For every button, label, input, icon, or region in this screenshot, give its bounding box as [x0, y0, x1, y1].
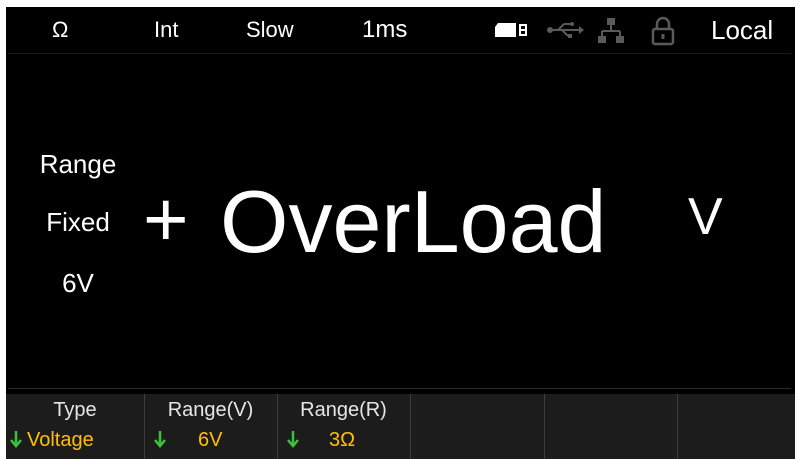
memory-card-icon	[492, 21, 532, 44]
speed-indicator: Slow	[246, 17, 294, 42]
softkey-range-r-title: Range(R)	[300, 399, 387, 421]
arrow-down-icon	[287, 430, 299, 453]
softkey-type-value: Voltage	[27, 429, 94, 451]
arrow-down-icon	[154, 430, 166, 453]
arrow-down-icon	[10, 430, 22, 453]
lan-icon	[598, 17, 624, 50]
softkey-range-r-value: 3Ω	[329, 429, 356, 451]
softkey-type-title: Type	[53, 399, 97, 421]
reading-sign: +	[143, 175, 189, 263]
softkey-range-v[interactable]: Range(V) 6V	[144, 394, 278, 459]
softkey-range-v-title: Range(V)	[167, 399, 254, 421]
softkey-type[interactable]: Type Voltage	[6, 394, 145, 459]
softkey-empty-4[interactable]	[410, 394, 545, 459]
softkey-empty-5[interactable]	[544, 394, 678, 459]
primary-reading: OverLoad	[220, 172, 607, 271]
meter-screen: Ω Int Slow 1ms Local Range Fixed 6V + Ov…	[6, 7, 795, 459]
softkey-menu: Type Voltage Range(V) 6V Range(R) 3Ω	[6, 394, 795, 459]
aperture-indicator: 1ms	[362, 16, 408, 43]
range-mode: Fixed	[46, 207, 110, 237]
softkey-range-v-value: 6V	[198, 429, 223, 451]
softkey-empty-6[interactable]	[677, 394, 795, 459]
remote-state-indicator: Local	[711, 15, 774, 45]
trigger-source-indicator: Int	[154, 17, 179, 42]
range-value: 6V	[62, 268, 94, 298]
lock-icon	[651, 16, 675, 51]
status-bar: Ω Int Slow 1ms Local	[6, 7, 795, 53]
softkey-range-r[interactable]: Range(R) 3Ω	[277, 394, 411, 459]
reading-unit: V	[688, 188, 723, 246]
measure-mode-indicator: Ω	[52, 17, 69, 42]
main-display: Range Fixed 6V + OverLoad V	[8, 53, 791, 389]
range-label: Range	[39, 149, 117, 179]
usb-icon	[546, 21, 584, 44]
